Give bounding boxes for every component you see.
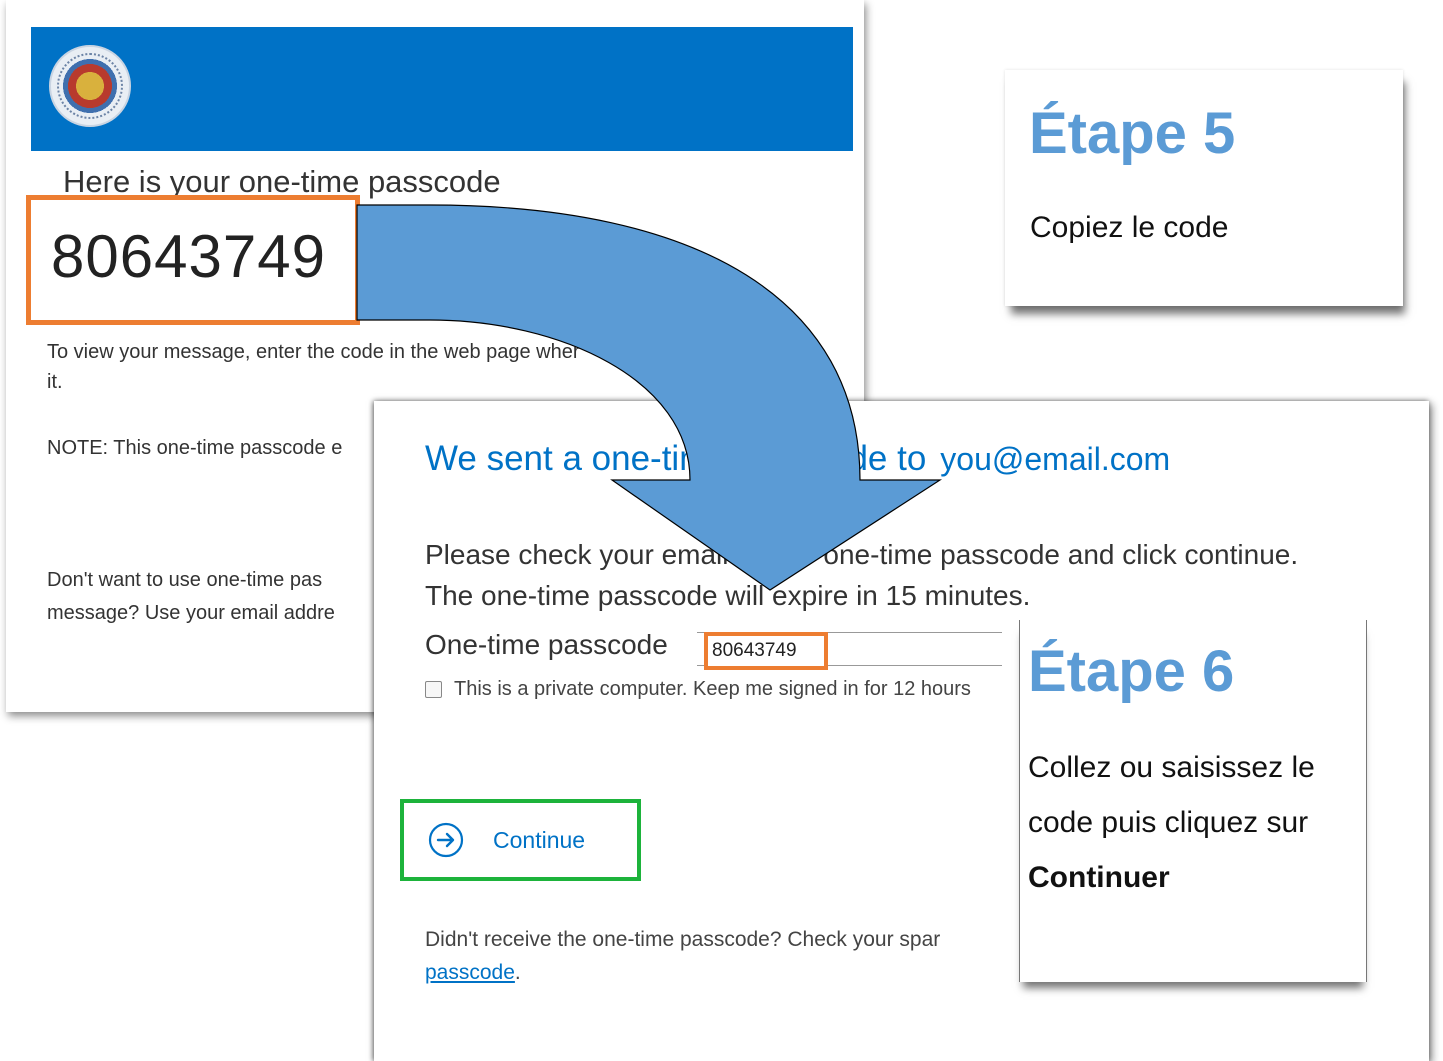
step6-text-line2: code puis cliquez sur [1028, 806, 1309, 839]
otp-label: One-time passcode [425, 629, 668, 660]
didnt-receive-text: Didn't receive the one-time passcode? Ch… [425, 923, 940, 989]
seal-logo [49, 45, 131, 127]
sent-heading: We sent a one-time passcode to you@email.… [425, 439, 1170, 479]
passcode-highlight-box: 80643749 [26, 195, 360, 325]
instructions-line1: Please check your email for the one-time… [425, 539, 1299, 570]
resend-passcode-link[interactable]: passcode [425, 961, 515, 984]
email-body-line1: To view your message, enter the code in … [47, 341, 580, 363]
arrow-right-circle-icon [428, 822, 464, 858]
email-header-banner [31, 27, 853, 151]
continue-button[interactable]: Continue [400, 799, 641, 881]
step6-title: Étape 6 [1028, 639, 1235, 704]
step6-text: Collez ou saisissez le code puis cliquez… [1028, 740, 1358, 905]
step6-text-bold: Continuer [1028, 861, 1170, 894]
recipient-email: you@email.com [940, 441, 1171, 477]
didnt-receive-line1: Didn't receive the one-time passcode? Ch… [425, 928, 941, 951]
otp-input[interactable] [704, 632, 828, 670]
passcode-value[interactable]: 80643749 [51, 222, 326, 291]
step5-callout: Étape 5 Copiez le code [1005, 70, 1403, 306]
step5-title: Étape 5 [1029, 101, 1236, 166]
step6-callout: Étape 6 Collez ou saisissez le code puis… [1019, 620, 1367, 982]
step5-text: Copiez le code [1030, 211, 1229, 244]
continue-label: Continue [493, 827, 586, 853]
instructions-line2: The one-time passcode will expire in 15 … [425, 580, 1031, 611]
remember-me-label: This is a private computer. Keep me sign… [454, 678, 971, 700]
email-alt-line2: message? Use your email addre [47, 602, 335, 624]
email-body-line2: it. [47, 371, 63, 393]
sent-heading-text: We sent a one-time passcode to [425, 439, 927, 478]
remember-me-row[interactable]: This is a private computer. Keep me sign… [425, 678, 971, 701]
instructions: Please check your email for the one-time… [425, 534, 1298, 616]
link-suffix: . [514, 961, 521, 984]
remember-me-checkbox[interactable] [425, 681, 442, 698]
email-note: NOTE: This one-time passcode e [47, 437, 343, 459]
email-alt-line1: Don't want to use one-time pas [47, 569, 323, 591]
step6-text-line1: Collez ou saisissez le [1028, 751, 1315, 784]
